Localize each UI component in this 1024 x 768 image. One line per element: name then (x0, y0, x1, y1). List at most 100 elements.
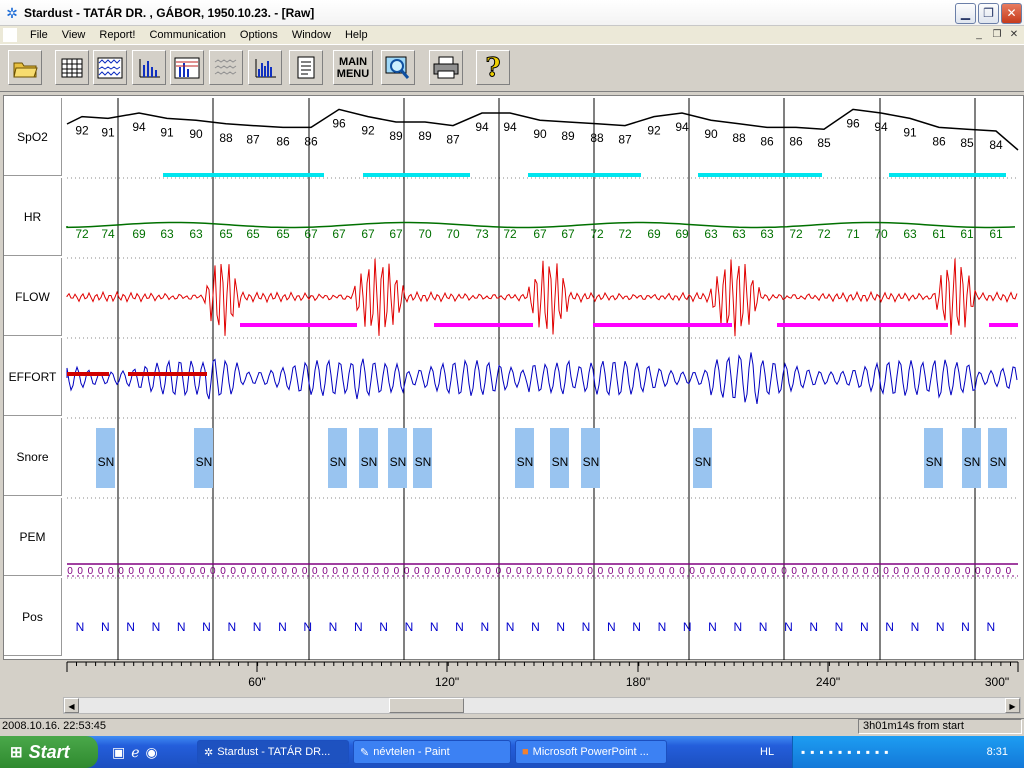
spo2-value-label: 90 (704, 127, 718, 141)
spo2-value-label: 89 (418, 129, 432, 143)
task-stardust[interactable]: ✲ Stardust - TATÁR DR... (197, 740, 349, 764)
pem-value-label: 0 (404, 566, 410, 577)
pem-value-label: 0 (924, 566, 930, 577)
snore-event-label: SN (552, 455, 569, 469)
pem-value-label: 0 (669, 566, 675, 577)
spo2-value-label: 86 (789, 134, 803, 148)
pem-value-label: 0 (659, 566, 665, 577)
pem-value-label: 0 (281, 566, 287, 577)
pem-value-label: 0 (944, 566, 950, 577)
pem-value-label: 0 (394, 566, 400, 577)
pem-value-label: 0 (689, 566, 695, 577)
time-axis-tick-label: 300" (985, 675, 1009, 689)
position-value-label: N (227, 620, 236, 634)
scroll-thumb[interactable] (389, 698, 464, 713)
start-label: Start (28, 741, 70, 762)
pem-value-label: 0 (516, 566, 522, 577)
spo2-value-label: 86 (276, 134, 290, 148)
internet-explorer-icon[interactable]: ℯ (131, 744, 139, 761)
show-desktop-icon[interactable]: ▣ (112, 744, 125, 761)
position-value-label: N (152, 620, 161, 634)
pem-value-label: 0 (251, 566, 257, 577)
hr-value-label: 72 (789, 227, 803, 241)
pem-value-label: 0 (608, 566, 614, 577)
pem-value-label: 0 (88, 566, 94, 577)
hr-value-label: 67 (332, 227, 346, 241)
pem-value-label: 0 (322, 566, 328, 577)
hr-value-label: 72 (75, 227, 89, 241)
position-value-label: N (632, 620, 641, 634)
pem-value-label: 0 (547, 566, 553, 577)
position-value-label: N (480, 620, 489, 634)
position-value-label: N (303, 620, 312, 634)
position-value-label: N (835, 620, 844, 634)
position-value-label: N (101, 620, 110, 634)
pem-value-label: 0 (771, 566, 777, 577)
pem-value-label: 0 (230, 566, 236, 577)
hr-value-label: 67 (561, 227, 575, 241)
pem-value-label: 0 (934, 566, 940, 577)
hr-value-label: 63 (160, 227, 174, 241)
task-powerpoint-label: Microsoft PowerPoint ... (532, 746, 649, 758)
media-player-icon[interactable]: ◉ (146, 744, 158, 761)
spo2-value-label: 84 (989, 138, 1003, 152)
pem-value-label: 0 (893, 566, 899, 577)
position-value-label: N (430, 620, 439, 634)
spo2-value-label: 96 (846, 116, 860, 130)
pem-value-label: 0 (496, 566, 502, 577)
polygraph-signal-chart[interactable]: 92 91 94 91 90 88 87 86 86 96 92 89 89 87 94 94 90 89 88 87… (0, 0, 1024, 700)
pem-value-label: 0 (241, 566, 247, 577)
pem-value-label: 0 (139, 566, 145, 577)
status-datetime: 2008.10.16. 22:53:45 (2, 720, 106, 732)
scroll-right-arrow-icon[interactable]: ▶ (1005, 698, 1020, 713)
task-powerpoint[interactable]: ■ Microsoft PowerPoint ... (515, 740, 667, 764)
position-value-label: N (455, 620, 464, 634)
position-value-label: N (986, 620, 995, 634)
pem-value-label: 0 (343, 566, 349, 577)
spo2-value-label: 87 (446, 133, 460, 147)
spo2-value-label: 92 (361, 124, 375, 138)
pem-value-label: 0 (883, 566, 889, 577)
pem-value-label: 0 (649, 566, 655, 577)
spo2-value-label: 87 (246, 133, 260, 147)
scroll-left-arrow-icon[interactable]: ◀ (64, 698, 79, 713)
snore-event-label: SN (990, 455, 1007, 469)
snore-event-label: SN (583, 455, 600, 469)
pem-value-label: 0 (598, 566, 604, 577)
hr-value-label: 72 (618, 227, 632, 241)
tray-icons[interactable]: ▪▪▪▪▪▪▪▪▪▪ (801, 745, 894, 759)
hr-value-label: 70 (418, 227, 432, 241)
hr-value-label: 72 (503, 227, 517, 241)
pem-value-label: 0 (332, 566, 338, 577)
pem-value-label: 0 (190, 566, 196, 577)
pem-value-label: 0 (485, 566, 491, 577)
snore-event-label: SN (926, 455, 943, 469)
position-value-label: N (911, 620, 920, 634)
spo2-value-label: 94 (475, 120, 489, 134)
pem-value-label: 0 (373, 566, 379, 577)
quick-launch: ▣ ℯ ◉ (98, 740, 193, 764)
language-indicator[interactable]: HL (760, 746, 774, 758)
spo2-value-label: 91 (160, 125, 174, 139)
pem-value-label: 0 (791, 566, 797, 577)
pem-value-label: 0 (414, 566, 420, 577)
pem-value-label: 0 (679, 566, 685, 577)
start-button[interactable]: ⊞ Start (0, 736, 98, 768)
position-value-label: N (556, 620, 565, 634)
pem-value-label: 0 (700, 566, 706, 577)
pem-value-label: 0 (159, 566, 165, 577)
pem-value-label: 0 (363, 566, 369, 577)
pem-value-label: 0 (710, 566, 716, 577)
hr-value-label: 70 (874, 227, 888, 241)
position-value-label: N (329, 620, 338, 634)
hr-value-label: 63 (760, 227, 774, 241)
pem-value-label: 0 (67, 566, 73, 577)
hr-value-label: 63 (903, 227, 917, 241)
snore-event-label: SN (964, 455, 981, 469)
effort-trace (66, 352, 1018, 404)
spo2-value-label: 86 (304, 134, 318, 148)
task-paint[interactable]: ✎ névtelen - Paint (353, 740, 511, 764)
pem-value-label: 0 (434, 566, 440, 577)
horizontal-scrollbar[interactable]: ◀ ▶ (63, 697, 1021, 714)
spo2-value-label: 94 (132, 120, 146, 134)
